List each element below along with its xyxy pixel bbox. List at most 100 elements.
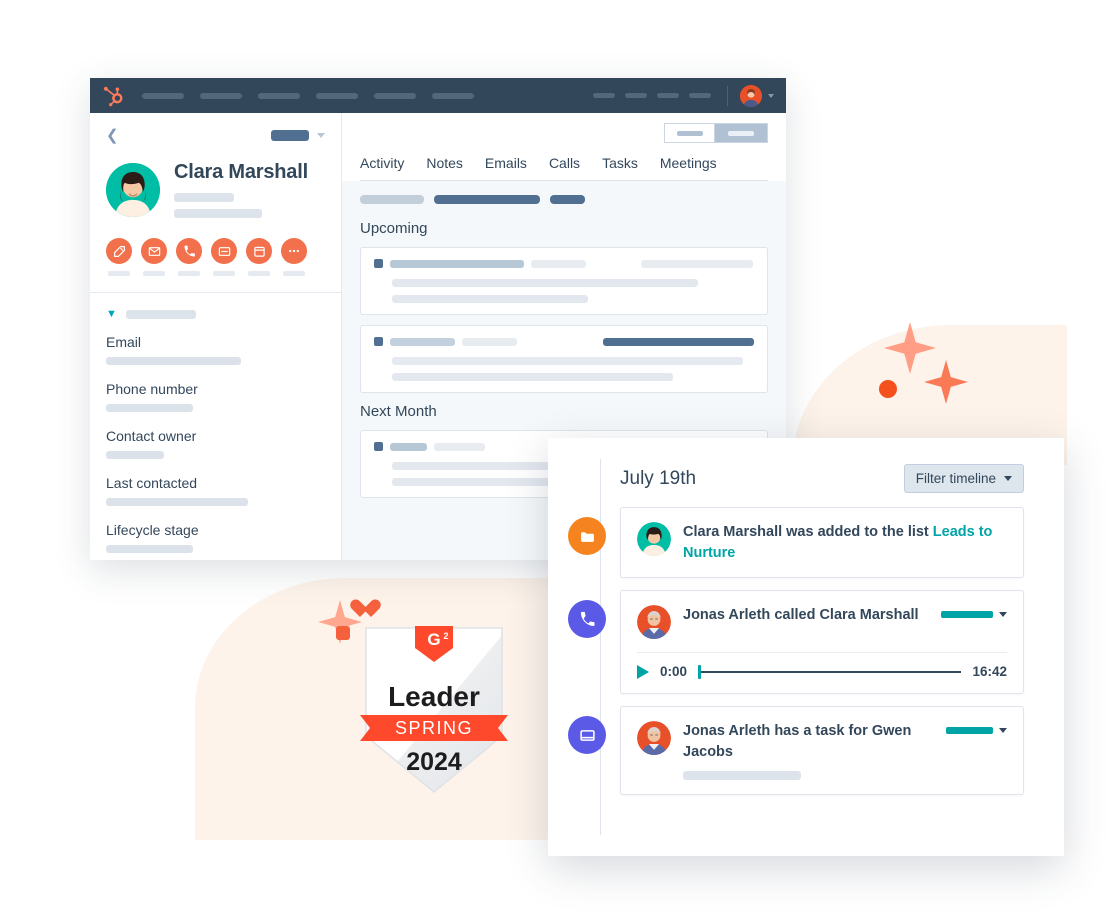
activity-card-2[interactable] (360, 325, 768, 393)
more-action[interactable] (281, 238, 307, 276)
card-meta-0 (390, 442, 427, 451)
player-knob[interactable] (698, 664, 702, 679)
timeline-card[interactable]: Jonas Arleth called Clara Marshall 0:00 16… (620, 590, 1024, 695)
avatar[interactable] (740, 84, 762, 107)
player-current-time: 0:00 (660, 664, 688, 680)
nav-item-5[interactable] (374, 92, 416, 99)
email-action[interactable] (141, 238, 167, 276)
timeline-card[interactable]: Clara Marshall was added to the list Lea… (620, 507, 1024, 579)
activity-card-1[interactable] (360, 247, 768, 315)
timeline-event-list-add: Clara Marshall was added to the list Lea… (568, 507, 1024, 579)
timeline-header: July 19th Filter timeline (548, 438, 1064, 493)
contact-header: ❮ Clara Marshall (90, 113, 341, 293)
chip-3[interactable] (550, 195, 585, 204)
properties-section-header[interactable]: ▼ (106, 309, 325, 320)
tab-calls[interactable]: Calls (549, 155, 580, 180)
phone-icon (176, 238, 202, 264)
g2-award-label: Leader (388, 681, 480, 712)
list-folder-icon (568, 517, 606, 555)
timeline-card-header: Jonas Arleth called Clara Marshall (637, 605, 1007, 640)
timeline-events: Clara Marshall was added to the list Lea… (568, 507, 1024, 796)
property-value-4 (106, 545, 193, 553)
chevron-down-icon[interactable] (317, 132, 325, 138)
contact-subtitle-2 (174, 209, 262, 218)
utility-2[interactable] (625, 93, 647, 98)
timeline-card-header: Clara Marshall was added to the list Lea… (637, 522, 1007, 563)
call-recording-player: 0:00 16:42 (637, 652, 1007, 679)
property-label-4: Lifecycle stage (106, 522, 199, 538)
filter-chips (360, 195, 768, 204)
tab-notes[interactable]: Notes (426, 155, 463, 180)
timeline-status[interactable] (941, 605, 1007, 619)
chevron-down-icon (1004, 476, 1012, 481)
timeline-body: Clara Marshall was added to the list Lea… (548, 459, 1064, 836)
note-action[interactable] (106, 238, 132, 276)
property-label-1: Phone number (106, 381, 198, 397)
task-action[interactable] (246, 238, 272, 276)
card-meta-1 (531, 259, 586, 268)
task-card-icon (568, 716, 606, 755)
top-navigation-bar (90, 78, 786, 113)
screenshot-root: ❮ Clara Marshall ▼ Email Phone number Co… (0, 0, 1120, 918)
tab-activity[interactable]: Activity (360, 155, 404, 180)
timeline-card-text: Jonas Arleth called Clara Marshall (683, 607, 919, 624)
chip-2[interactable] (434, 195, 540, 204)
nav-item-3[interactable] (258, 92, 300, 99)
property-value-1 (106, 404, 193, 412)
nav-item-4[interactable] (316, 92, 358, 99)
contact-avatar (106, 162, 160, 217)
g2-brand-sup: 2 (443, 631, 448, 641)
nav-item-2[interactable] (200, 92, 242, 99)
timeline-status[interactable] (946, 721, 1007, 735)
call-action[interactable] (176, 238, 202, 276)
timeline-card-text: Clara Marshall was added to the list Lea… (683, 524, 993, 561)
hubspot-sprocket-logo[interactable] (102, 85, 124, 107)
player-scrubber[interactable] (698, 664, 962, 679)
properties-section-title (125, 310, 196, 319)
clara-marshall-avatar (637, 522, 671, 556)
utility-1[interactable] (593, 93, 615, 98)
status-square-icon (374, 337, 383, 346)
chevron-left-icon[interactable]: ❮ (106, 128, 119, 143)
utility-3[interactable] (657, 93, 679, 98)
contact-header-row: ❮ (106, 125, 325, 145)
nav-item-6[interactable] (432, 92, 474, 99)
card-meta-2 (641, 259, 753, 268)
calendar-task-icon (246, 238, 272, 264)
card-header-row (374, 259, 754, 268)
timeline-card[interactable]: Jonas Arleth has a task for Gwen Jacobs (620, 706, 1024, 796)
chip-1[interactable] (360, 195, 424, 204)
view-toggle-board[interactable] (714, 123, 768, 143)
play-icon[interactable] (637, 664, 649, 679)
card-meta-0 (390, 337, 455, 346)
contact-subtitle-1 (174, 193, 234, 202)
tab-meetings[interactable]: Meetings (660, 155, 717, 180)
view-toggle-list[interactable] (664, 123, 714, 143)
log-action[interactable] (211, 238, 237, 276)
filter-timeline-label: Filter timeline (915, 471, 996, 486)
log-action-label (213, 271, 235, 276)
phone-icon (568, 600, 606, 639)
timeline-card-link[interactable]: Leads to Nurture (683, 524, 992, 561)
contact-identity: Clara Marshall (106, 161, 325, 218)
chevron-down-icon (999, 612, 1007, 618)
card-body-line-1 (392, 373, 673, 381)
envelope-icon (141, 238, 167, 264)
property-value-2 (106, 451, 164, 459)
player-track (698, 670, 962, 673)
property-label-2: Contact owner (106, 428, 197, 444)
note-action-label (108, 271, 130, 276)
nav-item-1[interactable] (142, 92, 184, 99)
utility-4[interactable] (689, 93, 711, 98)
contact-actions-button[interactable] (271, 129, 309, 141)
view-toggle (360, 123, 768, 143)
card-header-row (374, 337, 754, 346)
chevron-down-icon[interactable] (768, 93, 774, 98)
filter-timeline-button[interactable]: Filter timeline (903, 464, 1024, 493)
tab-emails[interactable]: Emails (485, 155, 527, 180)
tab-tasks[interactable]: Tasks (602, 155, 638, 180)
contact-sidebar: ❮ Clara Marshall ▼ Email Phone number Co… (90, 113, 342, 560)
section-title-upcoming: Upcoming (360, 220, 428, 237)
timeline-card-text: Jonas Arleth has a task for Gwen Jacobs (683, 723, 912, 760)
property-value-0 (106, 357, 241, 365)
